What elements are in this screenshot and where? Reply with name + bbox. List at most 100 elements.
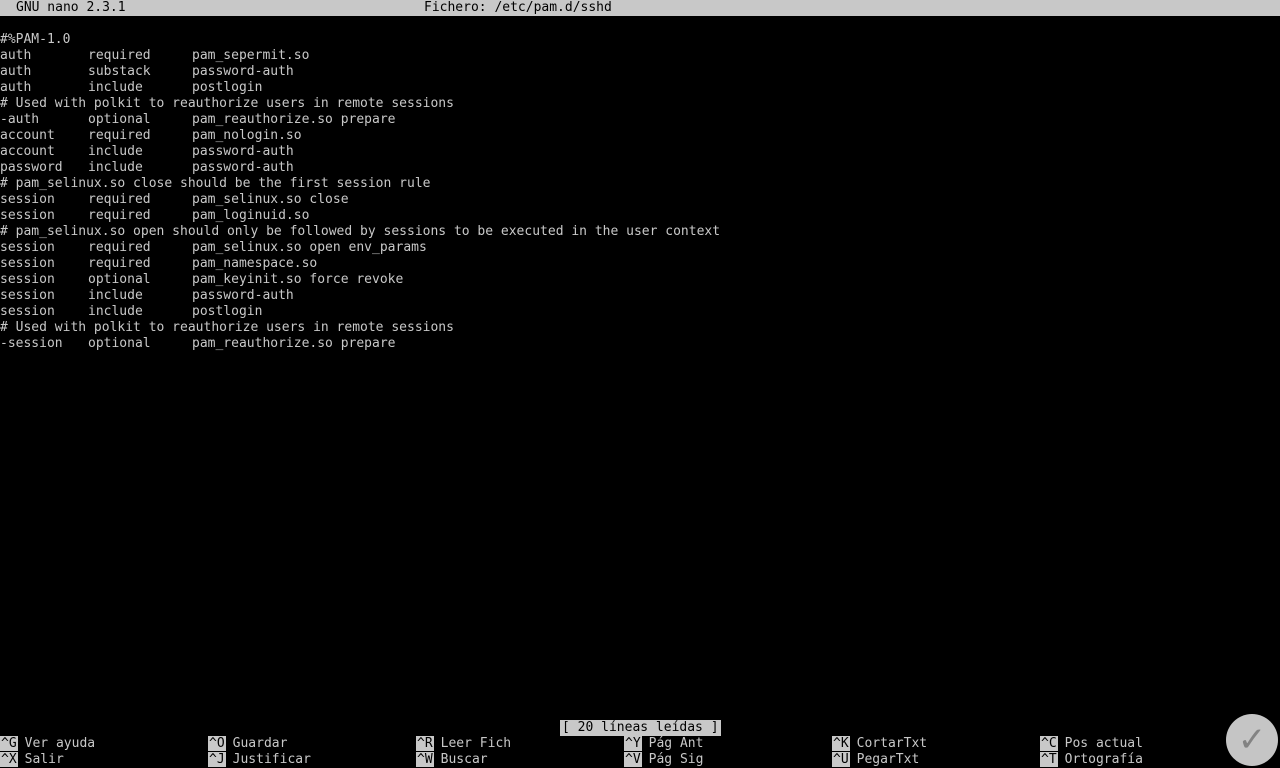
comment-text: # Used with polkit to reauthorize users … bbox=[0, 96, 454, 111]
pam-control: include bbox=[88, 288, 143, 303]
shortcut-spell[interactable]: ^T Ortografía bbox=[1040, 752, 1143, 768]
text-line[interactable]: # pam_selinux.so open should only be fol… bbox=[0, 224, 1280, 240]
shortcut-key: ^R bbox=[416, 736, 434, 751]
pam-type: auth bbox=[0, 80, 32, 95]
text-line[interactable]: -auth optional pam_reauthorize.so prepare bbox=[0, 112, 1280, 128]
text-line[interactable]: auth substack password-auth bbox=[0, 64, 1280, 80]
comment-text: # pam_selinux.so open should only be fol… bbox=[0, 224, 721, 239]
text-line[interactable]: session include password-auth bbox=[0, 288, 1280, 304]
pam-control: include bbox=[88, 80, 143, 95]
pam-module: pam_selinux.so open env_params bbox=[192, 240, 427, 255]
pam-control: required bbox=[88, 48, 151, 63]
shortcut-search[interactable]: ^W Buscar bbox=[416, 752, 488, 768]
text-line[interactable]: # Used with polkit to reauthorize users … bbox=[0, 96, 1280, 112]
text-line[interactable]: # Used with polkit to reauthorize users … bbox=[0, 320, 1280, 336]
shortcut-label: Pág Sig bbox=[648, 752, 704, 767]
title-bar: GNU nano 2.3.1 Fichero: /etc/pam.d/sshd bbox=[0, 0, 1280, 16]
shortcut-read-file[interactable]: ^R Leer Fich bbox=[416, 736, 511, 752]
pam-control: include bbox=[88, 304, 143, 319]
shortcut-key: ^U bbox=[832, 752, 850, 767]
shortcut-label: Guardar bbox=[232, 736, 288, 751]
shortcut-paste-text[interactable]: ^U PegarTxt bbox=[832, 752, 919, 768]
shortcut-label: Leer Fich bbox=[440, 736, 512, 751]
text-line[interactable]: auth include postlogin bbox=[0, 80, 1280, 96]
pam-type: session bbox=[0, 208, 55, 223]
shortcut-key: ^K bbox=[832, 736, 850, 751]
text-line[interactable]: session required pam_selinux.so close bbox=[0, 192, 1280, 208]
shortcut-label: Ortografía bbox=[1064, 752, 1143, 767]
text-line[interactable]: account required pam_nologin.so bbox=[0, 128, 1280, 144]
status-message: [ 20 líneas leídas ] bbox=[560, 720, 721, 736]
text-line[interactable]: password include password-auth bbox=[0, 160, 1280, 176]
pam-module: password-auth bbox=[192, 288, 294, 303]
pam-type: account bbox=[0, 128, 55, 143]
shortcut-key: ^G bbox=[0, 736, 18, 751]
comment-text: # Used with polkit to reauthorize users … bbox=[0, 320, 454, 335]
watermark-logo-icon: ✓ bbox=[1226, 714, 1278, 766]
shortcut-exit[interactable]: ^X Salir bbox=[0, 752, 64, 768]
pam-module: postlogin bbox=[192, 80, 263, 95]
pam-control: required bbox=[88, 192, 151, 207]
pam-type: session bbox=[0, 304, 55, 319]
shortcut-label: CortarTxt bbox=[856, 736, 928, 751]
comment-text: #%PAM-1.0 bbox=[0, 32, 71, 47]
text-line[interactable]: session required pam_loginuid.so bbox=[0, 208, 1280, 224]
pam-type: session bbox=[0, 272, 55, 287]
pam-module: password-auth bbox=[192, 160, 294, 175]
text-line[interactable]: auth required pam_sepermit.so bbox=[0, 48, 1280, 64]
shortcut-label: Pág Ant bbox=[648, 736, 704, 751]
shortcut-cut-text[interactable]: ^K CortarTxt bbox=[832, 736, 927, 752]
text-line[interactable]: session required pam_namespace.so bbox=[0, 256, 1280, 272]
text-line[interactable]: -session optional pam_reauthorize.so prepa… bbox=[0, 336, 1280, 352]
shortcut-help[interactable]: ^G Ver ayuda bbox=[0, 736, 95, 752]
shortcut-label: Justificar bbox=[232, 752, 311, 767]
text-line[interactable]: #%PAM-1.0 bbox=[0, 32, 1280, 48]
pam-control: required bbox=[88, 128, 151, 143]
pam-module: pam_reauthorize.so prepare bbox=[192, 112, 396, 127]
pam-control: optional bbox=[88, 112, 151, 127]
shortcut-key: ^O bbox=[208, 736, 226, 751]
app-name: GNU nano 2.3.1 bbox=[16, 0, 126, 15]
shortcut-key: ^J bbox=[208, 752, 226, 767]
logo-glyph: ✓ bbox=[1237, 720, 1267, 760]
shortcut-next-page[interactable]: ^V Pág Sig bbox=[624, 752, 703, 768]
pam-type: session bbox=[0, 240, 55, 255]
pam-module: pam_sepermit.so bbox=[192, 48, 310, 63]
pam-module: pam_reauthorize.so prepare bbox=[192, 336, 396, 351]
comment-text: # pam_selinux.so close should be the fir… bbox=[0, 176, 431, 191]
shortcut-label: Ver ayuda bbox=[24, 736, 96, 751]
shortcut-key: ^X bbox=[0, 752, 18, 767]
pam-control: optional bbox=[88, 336, 151, 351]
pam-type: session bbox=[0, 256, 55, 271]
shortcut-justify[interactable]: ^J Justificar bbox=[208, 752, 311, 768]
shortcut-label: Pos actual bbox=[1064, 736, 1143, 751]
file-name: Fichero: /etc/pam.d/sshd bbox=[424, 0, 612, 15]
shortcut-key: ^C bbox=[1040, 736, 1058, 751]
pam-module: pam_nologin.so bbox=[192, 128, 302, 143]
shortcut-label: PegarTxt bbox=[856, 752, 920, 767]
pam-module: pam_namespace.so bbox=[192, 256, 318, 271]
text-line[interactable]: session required pam_selinux.so open env_p… bbox=[0, 240, 1280, 256]
pam-control: required bbox=[88, 240, 151, 255]
editor-area[interactable]: #%PAM-1.0 auth required pam_sepermit.so au… bbox=[0, 32, 1280, 352]
shortcut-save[interactable]: ^O Guardar bbox=[208, 736, 287, 752]
text-line[interactable]: account include password-auth bbox=[0, 144, 1280, 160]
pam-type: -session bbox=[0, 336, 63, 351]
text-line[interactable]: session include postlogin bbox=[0, 304, 1280, 320]
pam-control: include bbox=[88, 144, 143, 159]
shortcut-cursor-pos[interactable]: ^C Pos actual bbox=[1040, 736, 1143, 752]
pam-type: session bbox=[0, 288, 55, 303]
text-line[interactable]: # pam_selinux.so close should be the fir… bbox=[0, 176, 1280, 192]
shortcut-key: ^Y bbox=[624, 736, 642, 751]
pam-control: optional bbox=[88, 272, 151, 287]
text-line[interactable]: session optional pam_keyinit.so force revo… bbox=[0, 272, 1280, 288]
pam-type: password bbox=[0, 160, 63, 175]
pam-control: substack bbox=[88, 64, 151, 79]
shortcut-key: ^W bbox=[416, 752, 434, 767]
shortcut-label: Salir bbox=[24, 752, 64, 767]
pam-module: pam_keyinit.so force revoke bbox=[192, 272, 404, 287]
pam-type: auth bbox=[0, 64, 32, 79]
pam-module: password-auth bbox=[192, 64, 294, 79]
shortcut-prev-page[interactable]: ^Y Pág Ant bbox=[624, 736, 703, 752]
shortcut-label: Buscar bbox=[440, 752, 488, 767]
